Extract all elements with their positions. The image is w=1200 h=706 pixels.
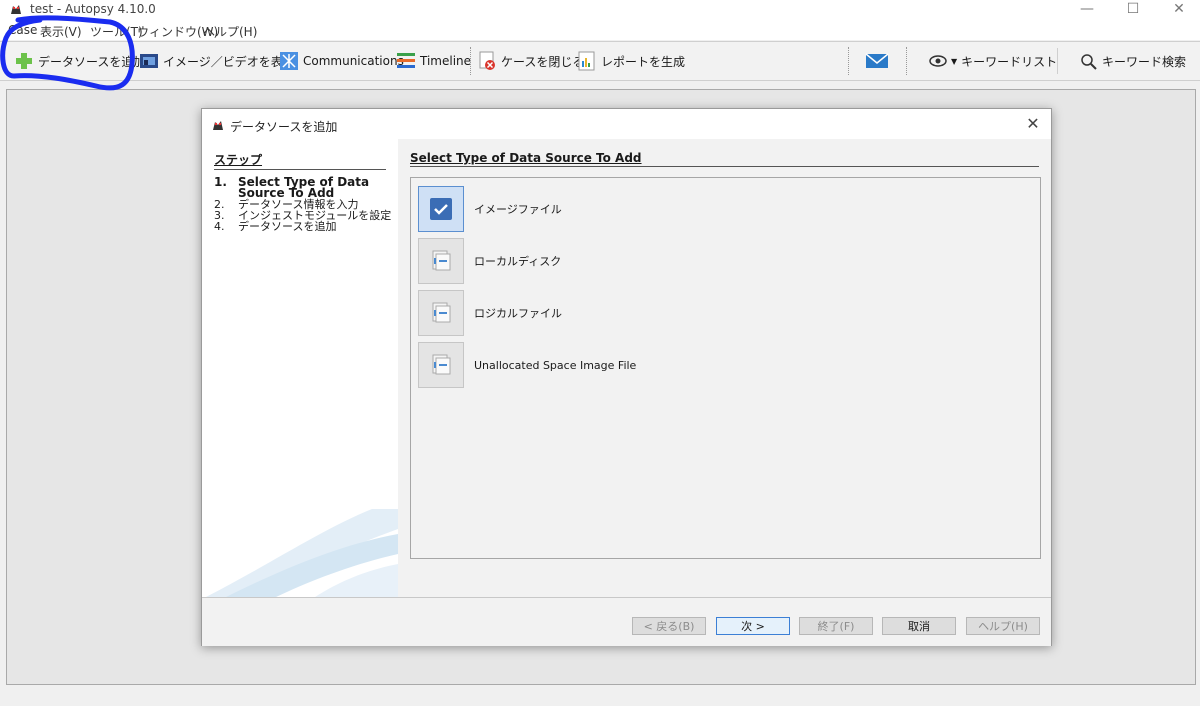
dialog-title: データソースを追加	[230, 120, 338, 134]
communications-label: Communications	[303, 54, 404, 68]
step-item: 1. Select Type of Data Source To Add	[214, 175, 394, 200]
option-local-disk[interactable]: ローカルディスク	[418, 238, 1018, 284]
communications-button[interactable]: Communications	[279, 49, 404, 73]
maximize-button[interactable]: ☐	[1113, 0, 1153, 20]
option-label: イメージファイル	[474, 203, 562, 216]
dialog-close-button[interactable]: ✕	[1023, 114, 1043, 134]
eye-icon	[929, 55, 947, 67]
local-disk-icon	[418, 238, 464, 284]
close-case-label: ケースを閉じる	[501, 54, 585, 69]
timeline-label: Timeline	[420, 54, 472, 68]
option-logical-files[interactable]: ロジカルファイル	[418, 290, 1018, 336]
step-number: 4.	[214, 220, 225, 233]
toolbar: データソースを追加 イメージ／ビデオを表示 Communications Tim…	[0, 41, 1200, 81]
timeline-icon	[397, 53, 415, 68]
status-bar	[0, 686, 1200, 706]
option-disk-image[interactable]: イメージファイル	[418, 186, 1018, 232]
cancel-button[interactable]: 取消	[882, 617, 956, 635]
step-item: 4. データソースを追加	[214, 221, 394, 232]
data-source-type-list: イメージファイル ローカルディスク ロジカルファイル Unallocated S…	[410, 177, 1041, 559]
menu-view[interactable]: 表示(V)	[40, 23, 82, 40]
toolbar-divider	[1057, 48, 1058, 74]
next-button[interactable]: 次 >	[716, 617, 790, 635]
menu-bar: Case 表示(V) ツール(T) ウィンドウ(W) ヘルプ(H)	[0, 20, 1200, 40]
toolbar-separator	[470, 47, 471, 75]
disk-image-icon	[418, 186, 464, 232]
toolbar-separator	[848, 47, 849, 75]
steps-list: 1. Select Type of Data Source To Add 2. …	[214, 175, 394, 232]
plus-icon	[16, 53, 32, 69]
decorative-swoosh	[205, 509, 398, 597]
close-case-button[interactable]: ケースを閉じる	[477, 49, 584, 73]
minimize-button[interactable]: —	[1067, 0, 1107, 20]
envelope-icon	[865, 53, 889, 68]
add-data-source-label: データソースを追加	[38, 54, 146, 69]
help-button[interactable]: ヘルプ(H)	[966, 617, 1040, 635]
keyword-search-button[interactable]: キーワード検索	[1080, 49, 1186, 73]
keyword-search-label: キーワード検索	[1102, 54, 1187, 69]
keyword-list-label: キーワードリスト	[961, 54, 1058, 69]
autopsy-logo-icon	[213, 121, 223, 130]
dialog-footer: < 戻る(B) 次 > 終了(F) 取消 ヘルプ(H)	[202, 597, 1051, 646]
view-images-videos-button[interactable]: イメージ／ビデオを表示	[139, 49, 295, 73]
content-heading: Select Type of Data Source To Add	[410, 151, 1039, 167]
dropdown-arrow-icon: ▼	[951, 56, 958, 66]
timeline-button[interactable]: Timeline	[396, 49, 471, 73]
communications-icon	[280, 52, 298, 70]
add-data-source-dialog: データソースを追加 ✕ ステップ 1. Select Type of Data …	[201, 108, 1052, 646]
close-window-button[interactable]: ✕	[1159, 0, 1199, 20]
steps-panel: ステップ 1. Select Type of Data Source To Ad…	[202, 139, 398, 597]
steps-heading: ステップ	[214, 151, 386, 170]
search-icon	[1081, 54, 1097, 70]
unallocated-space-icon	[418, 342, 464, 388]
step-label: Select Type of Data Source To Add	[238, 175, 370, 200]
keyword-list-button[interactable]: ▼ キーワードリスト	[929, 49, 1057, 73]
menu-help[interactable]: ヘルプ(H)	[203, 23, 257, 40]
menu-case[interactable]: Case	[8, 23, 37, 37]
finish-button[interactable]: 終了(F)	[799, 617, 873, 635]
step-number: 1.	[214, 175, 227, 189]
option-label: ロジカルファイル	[474, 307, 562, 320]
view-images-videos-label: イメージ／ビデオを表示	[163, 54, 295, 69]
step-label: データソースを追加	[238, 220, 337, 233]
messages-button[interactable]	[865, 49, 889, 73]
toolbar-separator	[906, 47, 907, 75]
dialog-title-bar: データソースを追加 ✕	[202, 109, 1051, 139]
logical-files-icon	[418, 290, 464, 336]
add-data-source-button[interactable]: データソースを追加	[14, 49, 145, 73]
image-gallery-icon	[140, 54, 158, 68]
back-button[interactable]: < 戻る(B)	[632, 617, 706, 635]
option-unallocated-space[interactable]: Unallocated Space Image File	[418, 342, 1018, 388]
content-panel: Select Type of Data Source To Add イメージファ…	[398, 139, 1051, 597]
close-case-icon	[479, 51, 495, 70]
report-icon	[578, 51, 595, 71]
option-label: Unallocated Space Image File	[474, 358, 637, 372]
option-label: ローカルディスク	[474, 255, 562, 268]
title-bar: test - Autopsy 4.10.0 — ☐ ✕	[0, 0, 1200, 20]
autopsy-logo-icon	[11, 5, 21, 14]
window-title: test - Autopsy 4.10.0	[30, 2, 156, 16]
generate-report-label: レポートを生成	[601, 54, 686, 69]
generate-report-button[interactable]: レポートを生成	[577, 49, 685, 73]
menu-tools[interactable]: ツール(T)	[90, 23, 143, 40]
